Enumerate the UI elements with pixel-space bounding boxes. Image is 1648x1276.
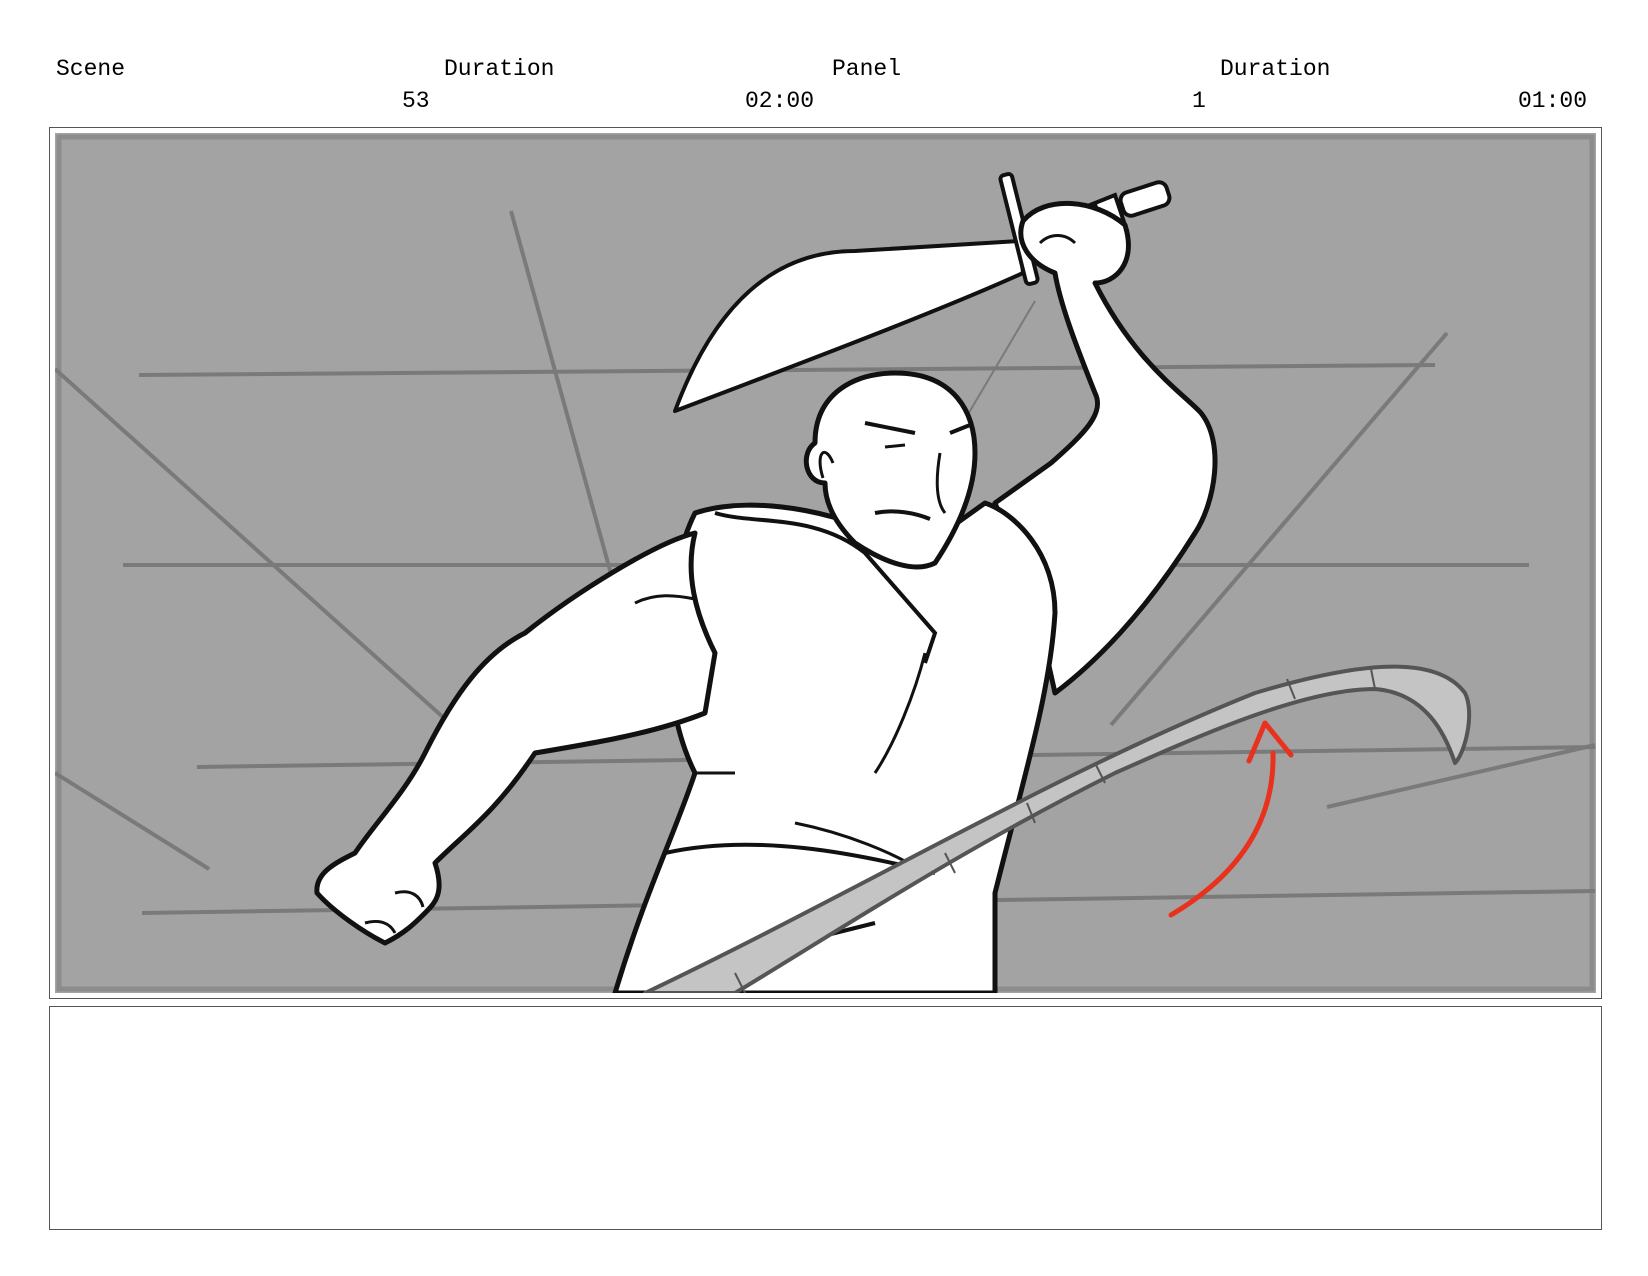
- eye: [884, 443, 906, 449]
- scene-duration-value: 02:00: [745, 88, 815, 114]
- scene-number: 53: [402, 88, 430, 114]
- panel-notes-box: [49, 1006, 1602, 1230]
- panel-duration-value: 01:00: [1518, 88, 1588, 114]
- storyboard-panel-frame: [49, 127, 1602, 999]
- storyboard-sketch: [55, 133, 1596, 993]
- panel-label: Panel: [832, 56, 902, 82]
- scene-duration-label: Duration: [444, 56, 555, 82]
- scene-label: Scene: [56, 56, 126, 82]
- panel-number: 1: [1192, 88, 1206, 114]
- panel-duration-label: Duration: [1220, 56, 1331, 82]
